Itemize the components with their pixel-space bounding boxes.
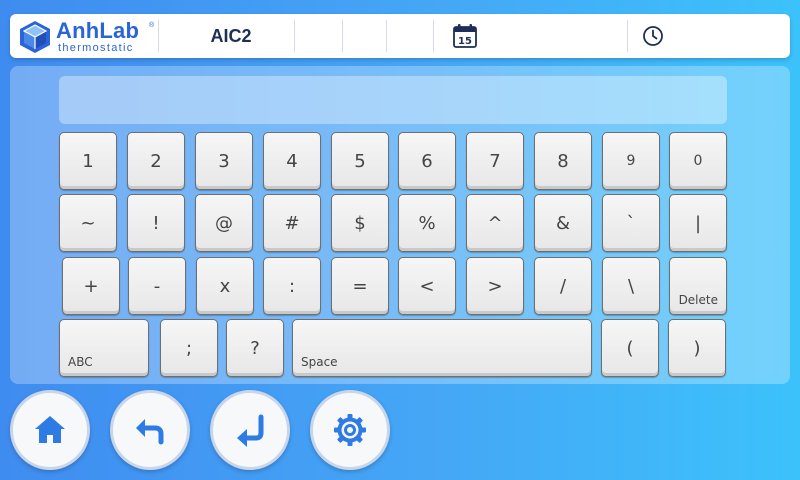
header-divider	[294, 20, 295, 52]
key-semicolon[interactable]: ;	[160, 319, 218, 377]
key-backtick[interactable]: `	[602, 194, 660, 252]
key-hash[interactable]: #	[263, 194, 321, 252]
space-key[interactable]: Space	[292, 319, 592, 377]
logo-subtitle: thermostatic	[58, 42, 134, 54]
key-9[interactable]: 9	[602, 132, 660, 190]
key-percent[interactable]: %	[398, 194, 456, 252]
key-2[interactable]: 2	[127, 132, 185, 190]
device-name: AIC2	[210, 26, 252, 46]
header-divider	[386, 20, 387, 52]
key-3[interactable]: 3	[195, 132, 253, 190]
key-0[interactable]: 0	[669, 132, 727, 190]
key-greater-than[interactable]: >	[466, 257, 524, 315]
enter-button[interactable]	[210, 390, 290, 470]
header-divider	[342, 20, 343, 52]
key-6[interactable]: 6	[398, 132, 456, 190]
key-equals[interactable]: =	[331, 257, 389, 315]
clock-icon[interactable]	[642, 25, 664, 47]
enter-icon	[237, 414, 264, 447]
key-question[interactable]: ?	[226, 319, 284, 377]
key-slash[interactable]: /	[534, 257, 592, 315]
key-colon[interactable]: :	[263, 257, 321, 315]
calendar-icon[interactable]: 15	[452, 23, 478, 49]
key-right-paren[interactable]: )	[668, 319, 726, 377]
key-left-paren[interactable]: (	[601, 319, 659, 377]
key-ampersand[interactable]: &	[534, 194, 592, 252]
key-plus[interactable]: +	[62, 257, 120, 315]
key-less-than[interactable]: <	[398, 257, 456, 315]
logo-name: AnhLab	[56, 18, 140, 43]
header-divider	[627, 20, 628, 52]
back-button[interactable]	[110, 390, 190, 470]
key-tilde[interactable]: ~	[59, 194, 117, 252]
text-input-display[interactable]	[59, 76, 727, 124]
key-1[interactable]: 1	[59, 132, 117, 190]
key-caret[interactable]: ^	[466, 194, 524, 252]
key-5[interactable]: 5	[331, 132, 389, 190]
header-divider	[433, 20, 434, 52]
delete-key[interactable]: Delete	[669, 257, 727, 315]
key-at[interactable]: @	[195, 194, 253, 252]
home-button[interactable]	[10, 390, 90, 470]
key-minus[interactable]: -	[128, 257, 186, 315]
key-4[interactable]: 4	[263, 132, 321, 190]
key-8[interactable]: 8	[534, 132, 592, 190]
logo-registered-mark: ®	[149, 22, 155, 29]
key-exclamation[interactable]: !	[127, 194, 185, 252]
gear-icon	[334, 414, 366, 446]
settings-button[interactable]	[310, 390, 390, 470]
header-bar: AnhLab ® thermostatic AIC2 15	[10, 14, 790, 58]
logo-cube-icon	[20, 21, 50, 53]
key-pipe[interactable]: |	[669, 194, 727, 252]
header-divider	[158, 20, 159, 52]
key-backslash[interactable]: \	[602, 257, 660, 315]
calendar-day: 15	[458, 36, 472, 47]
key-x[interactable]: x	[196, 257, 254, 315]
back-icon	[136, 419, 164, 445]
key-7[interactable]: 7	[466, 132, 524, 190]
anhlab-logo: AnhLab ® thermostatic	[16, 18, 158, 54]
home-icon	[35, 416, 65, 443]
key-dollar[interactable]: $	[331, 194, 389, 252]
abc-key[interactable]: ABC	[59, 319, 149, 377]
